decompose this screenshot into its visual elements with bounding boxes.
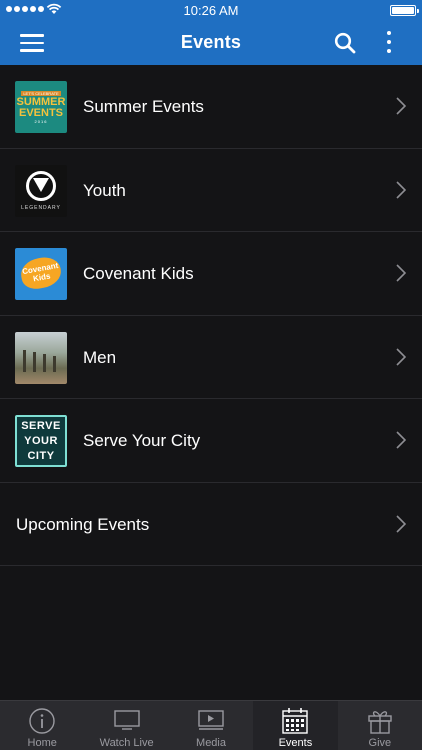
list-item-men[interactable]: Men: [0, 316, 422, 399]
chevron-right-icon: [396, 514, 406, 533]
search-icon[interactable]: [334, 32, 356, 54]
legendary-youth-thumbnail: LEGENDARY: [15, 164, 67, 217]
vertical-ellipsis-icon[interactable]: [384, 31, 394, 55]
covenant-kids-thumbnail: Covenant Kids: [15, 248, 67, 300]
tab-label: Give: [368, 737, 392, 749]
thumb-year: 2016: [34, 118, 48, 124]
tab-bar: Home Watch Live Media Events Give: [0, 700, 422, 750]
play-screen-icon: [198, 710, 224, 730]
thumb-line3: CITY: [27, 450, 55, 462]
tab-give[interactable]: Give: [338, 701, 422, 750]
thumb-line2: YOUR: [24, 435, 58, 447]
gift-icon: [368, 711, 392, 734]
list-item-label: Men: [83, 347, 117, 367]
status-bar: 10:26 AM: [0, 0, 422, 20]
thumb-line1: SUMMER: [16, 95, 66, 108]
summer-events-thumbnail: LET'S CELEBRATE SUMMER EVENTS 2016: [15, 81, 67, 133]
thumb-tag: LET'S CELEBRATE: [21, 90, 61, 96]
list-item-youth[interactable]: LEGENDARY Youth: [0, 149, 422, 232]
list-item-covenant-kids[interactable]: Covenant Kids Covenant Kids: [0, 232, 422, 316]
list-item-label: Serve Your City: [83, 431, 201, 450]
tab-label: Media: [196, 737, 226, 749]
tab-media[interactable]: Media: [169, 701, 253, 750]
chevron-right-icon: [396, 347, 406, 366]
list-item-label: Summer Events: [83, 97, 204, 116]
tab-events[interactable]: Events: [253, 701, 338, 750]
tab-label: Watch Live: [99, 737, 154, 749]
page-title: Events: [180, 32, 242, 52]
thumb-word: LEGENDARY: [21, 204, 61, 211]
chevron-right-icon: [396, 431, 406, 449]
list-item-serve-your-city[interactable]: SERVE YOUR CITY Serve Your City: [0, 399, 422, 483]
chevron-right-icon: [396, 264, 406, 282]
list-item-label: Upcoming Events: [16, 514, 150, 534]
info-circle-icon: [29, 708, 55, 734]
thumb-line2: EVENTS: [18, 106, 63, 119]
men-trees-thumbnail: [15, 331, 67, 384]
events-list: LET'S CELEBRATE SUMMER EVENTS 2016 Summe…: [0, 65, 422, 566]
header: 10:26 AM Events: [0, 0, 422, 65]
tab-label: Events: [278, 737, 313, 749]
list-item-upcoming-events[interactable]: Upcoming Events: [0, 483, 422, 566]
tab-home[interactable]: Home: [0, 701, 84, 750]
app-root: 10:26 AM Events LET'S CELEBRATE SUMMER E…: [0, 0, 422, 750]
serve-your-city-thumbnail: SERVE YOUR CITY: [15, 415, 67, 467]
list-item-label: Youth: [83, 180, 126, 200]
list-item-summer-events[interactable]: LET'S CELEBRATE SUMMER EVENTS 2016 Summe…: [0, 65, 422, 149]
battery-icon: [390, 5, 419, 16]
tab-label: Home: [27, 737, 57, 749]
nav-bar: Events: [0, 20, 422, 65]
tab-watch-live[interactable]: Watch Live: [84, 701, 168, 750]
calendar-icon: [282, 708, 309, 734]
list-item-label: Covenant Kids: [83, 264, 194, 283]
tv-icon: [113, 710, 140, 730]
chevron-right-icon: [396, 97, 406, 115]
thumb-line1: SERVE: [21, 420, 61, 432]
chevron-right-icon: [396, 180, 406, 199]
status-time: 10:26 AM: [183, 3, 239, 18]
